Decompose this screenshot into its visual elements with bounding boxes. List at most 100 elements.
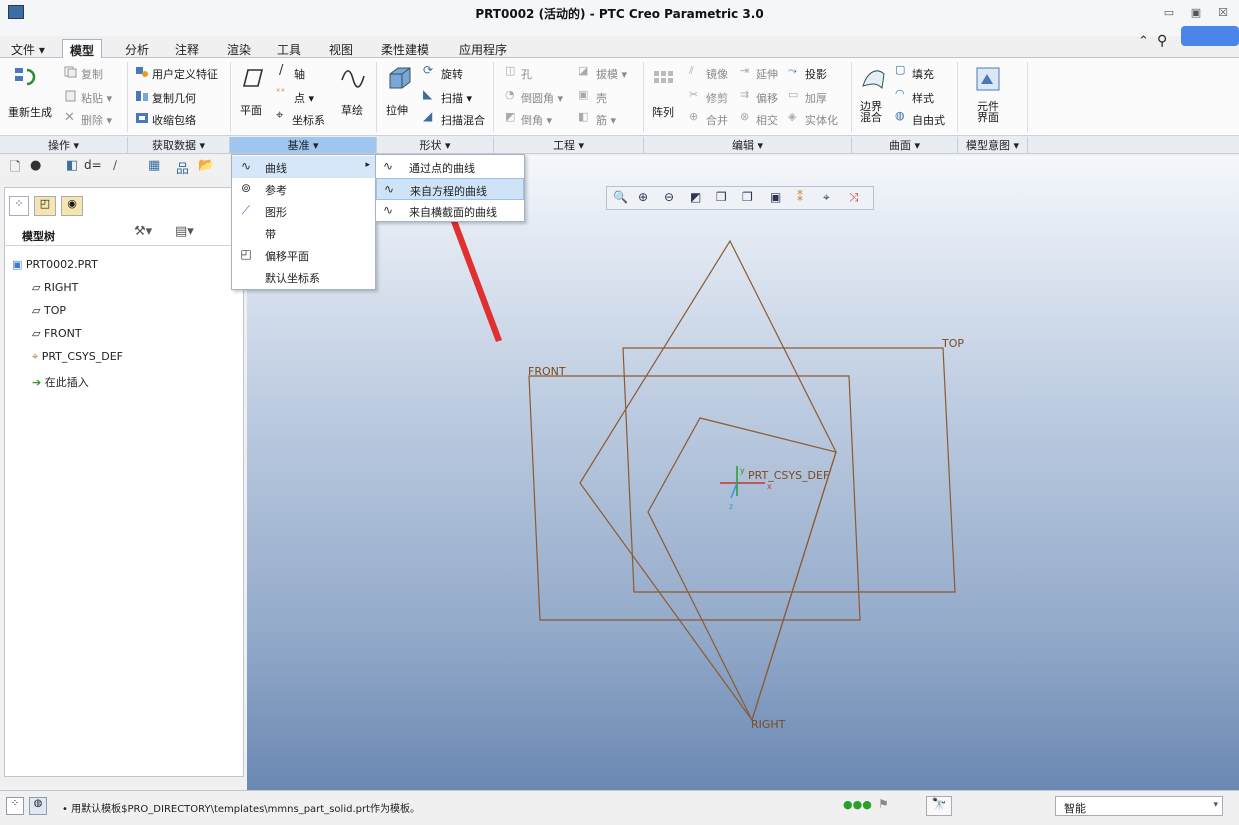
display-icon[interactable]: ▦ (148, 158, 160, 173)
menu-item-curve-from-equation[interactable]: ∿ 来自方程的曲线 (376, 178, 524, 200)
show-icon[interactable]: ▤▾ (175, 224, 194, 239)
tab-annotate[interactable]: 注释 (168, 39, 206, 58)
tree-item-right[interactable]: ▱ RIGHT (32, 281, 78, 301)
show-navigator-icon[interactable]: ⁘ (6, 797, 24, 815)
style-button[interactable]: 样式 (912, 90, 934, 106)
sketch-button[interactable]: 草绘 (341, 102, 363, 118)
revolve-button[interactable]: 旋转 (441, 66, 463, 82)
cloud-icon[interactable] (1181, 26, 1239, 46)
hole-button[interactable]: 孔 (521, 66, 532, 82)
swept-blend-button[interactable]: 扫描混合 (441, 112, 485, 128)
group-operations[interactable]: 操作 ▾ (0, 137, 128, 153)
settings-icon[interactable]: ⚒▾ (134, 224, 152, 239)
menu-item-reference[interactable]: ⊚ 参考 (232, 178, 375, 200)
project-button[interactable]: 投影 (805, 66, 827, 82)
menu-item-curve-from-cross-section[interactable]: ∿ 来自横截面的曲线 (376, 200, 524, 222)
curve-icon: ∿ (383, 159, 394, 173)
group-datum[interactable]: 基准 ▾ (230, 137, 377, 153)
coordinate-system-button[interactable]: 坐标系 (292, 112, 325, 128)
tab-file[interactable]: 文件 ▾ (4, 39, 52, 58)
menu-item-offset-plane[interactable]: ◰ 偏移平面 (232, 244, 375, 266)
model-tree-tab-icon[interactable]: ⁘ (9, 196, 29, 216)
point-button[interactable]: 点 ▾ (294, 90, 314, 106)
thicken-button[interactable]: 加厚 (805, 90, 827, 106)
tab-flexible-modeling[interactable]: 柔性建模 (374, 39, 436, 58)
paste-button[interactable]: 粘贴 ▾ (81, 90, 112, 106)
minimize-button[interactable]: ▭ (1160, 6, 1178, 20)
tree-item-part[interactable]: ▣ PRT0002.PRT (12, 258, 98, 278)
shrinkwrap-button[interactable]: 收缩包络 (152, 112, 196, 128)
right-plane-back (647, 417, 837, 722)
hierarchy-icon[interactable]: 品 (176, 158, 189, 177)
tab-tools[interactable]: 工具 (270, 39, 308, 58)
solidify-button[interactable]: 实体化 (805, 112, 838, 128)
tab-applications[interactable]: 应用程序 (452, 39, 514, 58)
new-file-icon[interactable]: 🗋 (10, 158, 20, 180)
tree-item-top[interactable]: ▱ TOP (32, 304, 66, 324)
search-icon[interactable]: ⚲ (1157, 33, 1167, 49)
offset-button[interactable]: 偏移 (756, 90, 778, 106)
shrinkwrap-icon (136, 113, 148, 123)
maximize-button[interactable]: ▣ (1187, 6, 1205, 20)
collapse-ribbon-icon[interactable]: ⌃ (1138, 34, 1149, 49)
freestyle-button[interactable]: 自由式 (912, 112, 945, 128)
delete-button[interactable]: 删除 ▾ (81, 112, 112, 128)
extend-button[interactable]: 延伸 (756, 66, 778, 82)
shell-button[interactable]: 壳 (596, 90, 607, 106)
find-binoculars-icon[interactable]: 🔭 (926, 796, 952, 816)
open-folder-icon[interactable]: 📂 (198, 158, 214, 173)
tab-analysis[interactable]: 分析 (118, 39, 156, 58)
boundary-blend-button[interactable]: 边界混合 (860, 101, 884, 123)
appearance-icon[interactable]: ● (30, 158, 41, 173)
round-button[interactable]: 倒圆角 ▾ (521, 90, 563, 106)
close-button[interactable]: ☒ (1214, 6, 1232, 20)
intersect-button[interactable]: 相交 (756, 112, 778, 128)
menu-item-graph[interactable]: ⟋ 图形 (232, 200, 375, 222)
selection-filter-select[interactable]: 智能 ▾ (1055, 796, 1223, 816)
group-shapes[interactable]: 形状 ▾ (377, 137, 494, 153)
copy-geometry-button[interactable]: 复制几何 (152, 90, 196, 106)
sweep-icon: ◣ (423, 87, 433, 101)
group-editing[interactable]: 编辑 ▾ (644, 137, 852, 153)
component-interface-icon (976, 67, 1000, 91)
merge-button[interactable]: 合并 (706, 112, 728, 128)
draft-button[interactable]: 拔模 ▾ (596, 66, 627, 82)
tab-render[interactable]: 渲染 (220, 39, 258, 58)
tab-view[interactable]: 视图 (322, 39, 360, 58)
mirror-button[interactable]: 镜像 (706, 66, 728, 82)
menu-item-curve[interactable]: ∿ 曲线 ▸ (232, 156, 375, 178)
favorites-tab-icon[interactable]: ◉ (61, 196, 83, 216)
group-model-intent[interactable]: 模型意图 ▾ (958, 137, 1028, 153)
trim-button[interactable]: 修剪 (706, 90, 728, 106)
menu-item-curve-through-points[interactable]: ∿ 通过点的曲线 (376, 156, 524, 178)
show-browser-icon[interactable]: ◍ (29, 797, 47, 815)
menu-item-ribbon[interactable]: 带 (232, 222, 375, 244)
tree-item-front[interactable]: ▱ FRONT (32, 327, 82, 347)
flag-icon[interactable]: ⚑ (878, 797, 889, 811)
axis-button[interactable]: 轴 (294, 66, 305, 82)
group-surfaces[interactable]: 曲面 ▾ (852, 137, 958, 153)
tree-item-insert-here[interactable]: ➔ 在此插入 (32, 374, 89, 394)
group-get-data[interactable]: 获取数据 ▾ (128, 137, 230, 153)
cylinder-icon[interactable]: ◧ (66, 158, 78, 173)
chamfer-button[interactable]: 倒角 ▾ (521, 112, 552, 128)
solidify-icon: ◈ (788, 110, 797, 123)
extrude-button[interactable]: 拉伸 (386, 102, 408, 118)
plane-button[interactable]: 平面 (240, 102, 262, 118)
menu-item-default-csys[interactable]: 默认坐标系 (232, 266, 375, 288)
copy-button[interactable]: 复制 (81, 66, 103, 82)
regenerate-button[interactable]: 重新生成 (8, 104, 52, 120)
folder-browser-tab-icon[interactable]: ◰ (34, 196, 56, 216)
tree-item-csys[interactable]: ⌖ PRT_CSYS_DEF (32, 350, 123, 370)
group-engineering[interactable]: 工程 ▾ (494, 137, 644, 153)
udf-button[interactable]: 用户定义特征 (152, 66, 218, 82)
tab-model[interactable]: 模型 (62, 39, 103, 58)
pattern-button[interactable]: 阵列 (652, 104, 674, 120)
datum-geometry: TOP FRONT RIGHT PRT_CSYS_DEF x y z (528, 239, 964, 731)
fill-button[interactable]: 填充 (912, 66, 934, 82)
component-interface-button[interactable]: 元件界面 (977, 101, 1001, 123)
rib-button[interactable]: 筋 ▾ (596, 112, 616, 128)
sweep-button[interactable]: 扫描 ▾ (441, 90, 472, 106)
measure-icon[interactable]: ∕ (113, 158, 117, 172)
relations-icon[interactable]: d= (84, 158, 102, 172)
